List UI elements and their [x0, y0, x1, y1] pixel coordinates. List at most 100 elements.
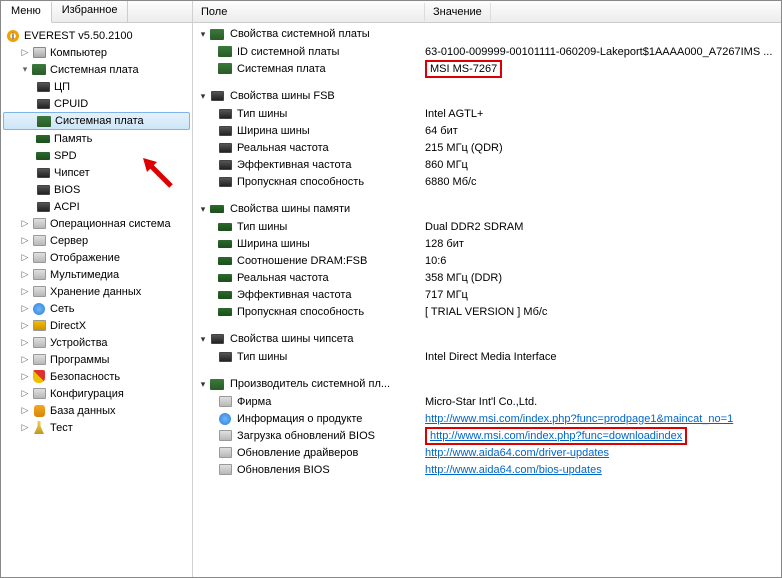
row-mem-ratio[interactable]: Соотношение DRAM:FSB10:6 [193, 252, 781, 269]
motherboard-icon [217, 61, 233, 77]
group-chipset-props[interactable]: ▾ Свойства шины чипсета [193, 330, 781, 348]
motherboard-icon [36, 113, 52, 129]
ram-icon [209, 201, 225, 217]
row-fsb-bandwidth[interactable]: Пропускная способность6880 Мб/с [193, 173, 781, 190]
column-field[interactable]: Поле [193, 3, 425, 21]
link-bios-download[interactable]: http://www.msi.com/index.php?func=downlo… [430, 430, 682, 442]
row-mfr-biosupd[interactable]: Обновления BIOShttp://www.aida64.com/bio… [193, 461, 781, 478]
tree-bios[interactable]: BIOS [3, 181, 190, 198]
row-mb-name[interactable]: Системная плата MSI MS-7267 [193, 60, 781, 77]
expander-icon[interactable]: ▷ [19, 388, 31, 399]
row-mfr-bios[interactable]: Загрузка обновлений BIOShttp://www.msi.c… [193, 427, 781, 444]
tree-computer[interactable]: ▷ Компьютер [3, 44, 190, 61]
expander-icon[interactable]: ▷ [19, 303, 31, 314]
group-manufacturer[interactable]: ▾ Производитель системной пл... [193, 375, 781, 393]
expander-icon[interactable]: ▷ [19, 218, 31, 229]
tree-server[interactable]: ▷ Сервер [3, 232, 190, 249]
driver-icon [217, 445, 233, 461]
tree-motherboard[interactable]: ▾ Системная плата [3, 61, 190, 78]
tree-root[interactable]: i EVEREST v5.50.2100 [3, 27, 190, 44]
chip-icon [35, 199, 51, 215]
navigation-panel: Меню Избранное i EVEREST v5.50.2100 ▷ Ко… [1, 1, 193, 577]
expander-icon[interactable]: ▷ [19, 320, 31, 331]
row-mfr-product[interactable]: Информация о продуктеhttp://www.msi.com/… [193, 410, 781, 427]
tab-favorites[interactable]: Избранное [52, 1, 129, 22]
tree-programs[interactable]: ▷ Программы [3, 351, 190, 368]
tree-storage[interactable]: ▷ Хранение данных [3, 283, 190, 300]
tree-devices[interactable]: ▷ Устройства [3, 334, 190, 351]
motherboard-icon [209, 26, 225, 42]
link-driver-updates[interactable]: http://www.aida64.com/driver-updates [425, 447, 609, 459]
group-fsb-props[interactable]: ▾ Свойства шины FSB [193, 87, 781, 105]
tree-chipset[interactable]: Чипсет [3, 164, 190, 181]
tree-multimedia[interactable]: ▷ Мультимедиа [3, 266, 190, 283]
ram-icon [217, 253, 233, 269]
tree-cpu[interactable]: ЦП [3, 78, 190, 95]
bios-icon [217, 462, 233, 478]
tree-os[interactable]: ▷ Операционная система [3, 215, 190, 232]
chip-icon [217, 349, 233, 365]
tree-network[interactable]: ▷ Сеть [3, 300, 190, 317]
tree-spd[interactable]: SPD [3, 147, 190, 164]
group-mb-props[interactable]: ▾ Свойства системной платы [193, 25, 781, 43]
nav-tree[interactable]: i EVEREST v5.50.2100 ▷ Компьютер ▾ Систе… [1, 23, 192, 577]
chip-icon [35, 79, 51, 95]
row-fsb-realclock[interactable]: Реальная частота215 МГц (QDR) [193, 139, 781, 156]
chip-icon [217, 106, 233, 122]
tree-directx[interactable]: ▷ DirectX [3, 317, 190, 334]
tree-display[interactable]: ▷ Отображение [3, 249, 190, 266]
link-bios-updates[interactable]: http://www.aida64.com/bios-updates [425, 464, 602, 476]
expander-icon[interactable]: ▷ [19, 252, 31, 263]
details-panel: Поле Значение ▾ Свойства системной платы… [193, 1, 781, 577]
tree-config[interactable]: ▷ Конфигурация [3, 385, 190, 402]
row-chipset-bustype[interactable]: Тип шиныIntel Direct Media Interface [193, 348, 781, 365]
ram-icon [35, 148, 51, 164]
motherboard-icon [31, 62, 47, 78]
expander-icon[interactable]: ▷ [19, 286, 31, 297]
row-mem-buswidth[interactable]: Ширина шины128 бит [193, 235, 781, 252]
expander-icon[interactable]: ▷ [19, 47, 31, 58]
chip-icon [35, 165, 51, 181]
row-mem-realclock[interactable]: Реальная частота358 МГц (DDR) [193, 269, 781, 286]
expander-icon[interactable]: ▷ [19, 371, 31, 382]
ram-icon [217, 287, 233, 303]
row-fsb-bustype[interactable]: Тип шиныIntel AGTL+ [193, 105, 781, 122]
chip-icon [217, 140, 233, 156]
display-icon [31, 250, 47, 266]
chip-icon [209, 331, 225, 347]
row-mem-effclock[interactable]: Эффективная частота717 МГц [193, 286, 781, 303]
tree-mb-selected[interactable]: Системная плата [3, 112, 190, 130]
tree-database[interactable]: ▷ База данных [3, 402, 190, 419]
ram-icon [217, 219, 233, 235]
expander-icon[interactable]: ▷ [19, 354, 31, 365]
row-mem-bustype[interactable]: Тип шиныDual DDR2 SDRAM [193, 218, 781, 235]
group-mem-props[interactable]: ▾ Свойства шины памяти [193, 200, 781, 218]
expander-icon[interactable]: ▷ [19, 422, 31, 433]
tree-acpi[interactable]: ACPI [3, 198, 190, 215]
tab-menu[interactable]: Меню [1, 2, 52, 23]
row-mem-bandwidth[interactable]: Пропускная способность[ TRIAL VERSION ] … [193, 303, 781, 320]
details-content[interactable]: ▾ Свойства системной платы ID системной … [193, 23, 781, 577]
expander-icon[interactable]: ▷ [19, 235, 31, 246]
tree-security[interactable]: ▷ Безопасность [3, 368, 190, 385]
row-mfr-drivers[interactable]: Обновление драйверовhttp://www.aida64.co… [193, 444, 781, 461]
expander-icon[interactable]: ▷ [19, 405, 31, 416]
pc-icon [31, 45, 47, 61]
link-product-info[interactable]: http://www.msi.com/index.php?func=prodpa… [425, 413, 733, 425]
shield-icon [31, 369, 47, 385]
tree-memory[interactable]: Память [3, 130, 190, 147]
row-fsb-buswidth[interactable]: Ширина шины64 бит [193, 122, 781, 139]
tree-test[interactable]: ▷ Тест [3, 419, 190, 436]
expander-icon[interactable]: ▷ [19, 337, 31, 348]
expander-icon[interactable]: ▷ [19, 269, 31, 280]
tree-cpuid[interactable]: CPUID [3, 95, 190, 112]
info-icon [217, 411, 233, 427]
column-value[interactable]: Значение [425, 3, 491, 21]
column-headers: Поле Значение [193, 1, 781, 23]
row-fsb-effclock[interactable]: Эффективная частота860 МГц [193, 156, 781, 173]
row-mb-id[interactable]: ID системной платы 63-0100-009999-001011… [193, 43, 781, 60]
ram-icon [217, 304, 233, 320]
row-mfr-company[interactable]: ФирмаMicro-Star Int'l Co.,Ltd. [193, 393, 781, 410]
expander-icon[interactable]: ▾ [19, 64, 31, 75]
chip-icon [217, 157, 233, 173]
